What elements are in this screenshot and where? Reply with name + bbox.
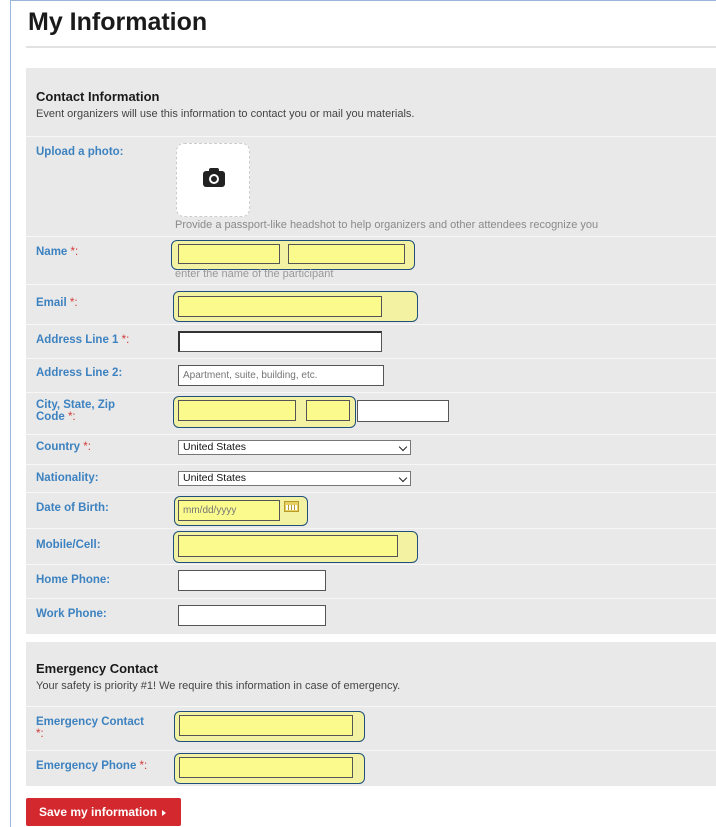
emergency-contact-input[interactable] (179, 715, 353, 736)
row-divider (26, 750, 716, 751)
nationality-selected-value: United States (183, 472, 247, 484)
row-divider (26, 236, 716, 237)
row-divider (26, 564, 716, 565)
emergency-phone-label: Emergency Phone *: (36, 760, 147, 772)
name-label-text: Name (36, 246, 68, 258)
page-title: My Information (28, 8, 208, 36)
email-label-text: Email (36, 297, 67, 309)
chevron-down-icon (398, 442, 408, 452)
work-phone-input[interactable] (178, 605, 326, 626)
emergency-phone-input[interactable] (179, 757, 353, 778)
work-phone-label: Work Phone: (36, 608, 107, 620)
home-phone-input[interactable] (178, 570, 326, 591)
chevron-down-icon (398, 473, 408, 483)
save-button[interactable]: Save my information (26, 798, 181, 826)
row-divider (26, 598, 716, 599)
row-divider (26, 136, 716, 137)
required-marker: *: (118, 334, 130, 346)
city-state-zip-label: City, State, Zip Code *: (36, 399, 146, 423)
photo-upload-box[interactable] (176, 143, 250, 217)
address-line-1-input[interactable] (178, 331, 382, 352)
required-marker: *: (67, 246, 79, 258)
row-divider (26, 528, 716, 529)
row-divider (26, 284, 716, 285)
first-name-input[interactable] (178, 244, 280, 264)
row-divider (26, 434, 716, 435)
email-label: Email *: (36, 297, 78, 309)
row-divider (26, 492, 716, 493)
required-marker: *: (80, 441, 91, 453)
required-marker: *: (64, 411, 76, 423)
emergency-contact-label-text: Emergency Contact (36, 716, 145, 728)
state-input[interactable] (306, 400, 350, 421)
email-input[interactable] (178, 296, 382, 317)
name-hint: enter the name of the participant (175, 268, 334, 280)
date-of-birth-label: Date of Birth: (36, 502, 109, 514)
row-divider (26, 706, 716, 707)
country-label: Country *: (36, 441, 91, 453)
emergency-contact-label: Emergency Contact *: (36, 716, 146, 740)
city-input[interactable] (178, 400, 296, 421)
upload-photo-label: Upload a photo: (36, 146, 124, 158)
title-divider (26, 46, 716, 48)
home-phone-label: Home Phone: (36, 574, 111, 586)
address-line-2-input[interactable] (178, 365, 384, 386)
address-line-1-label-text: Address Line 1 (36, 334, 119, 346)
mobile-label: Mobile/Cell: (36, 539, 101, 551)
row-divider (26, 464, 716, 465)
mobile-input[interactable] (178, 535, 398, 557)
caret-right-icon (162, 809, 167, 816)
last-name-input[interactable] (288, 244, 405, 264)
required-marker: *: (136, 760, 148, 772)
photo-hint: Provide a passport-like headshot to help… (175, 219, 599, 231)
camera-icon (203, 168, 225, 187)
nationality-label: Nationality: (36, 472, 99, 484)
row-divider (26, 392, 716, 393)
row-divider (26, 358, 716, 359)
required-marker: *: (36, 728, 44, 740)
emergency-section-description: Your safety is priority #1! We require t… (36, 680, 401, 692)
row-divider (26, 324, 716, 325)
contact-section-title: Contact Information (36, 89, 160, 104)
calendar-icon[interactable] (284, 501, 299, 512)
name-label: Name *: (36, 246, 78, 258)
nationality-select[interactable]: United States (178, 471, 411, 486)
zip-input[interactable] (357, 400, 449, 422)
required-marker: *: (66, 297, 78, 309)
country-label-text: Country (36, 441, 81, 453)
emergency-phone-label-text: Emergency Phone (36, 760, 137, 772)
address-line-1-label: Address Line 1 *: (36, 334, 129, 346)
date-of-birth-input[interactable] (178, 500, 280, 521)
country-selected-value: United States (183, 441, 247, 453)
address-line-2-label: Address Line 2: (36, 367, 123, 379)
emergency-section-title: Emergency Contact (36, 661, 159, 676)
country-select[interactable]: United States (178, 440, 411, 455)
save-button-label: Save my information (39, 805, 158, 819)
contact-section-description: Event organizers will use this informati… (36, 108, 415, 120)
